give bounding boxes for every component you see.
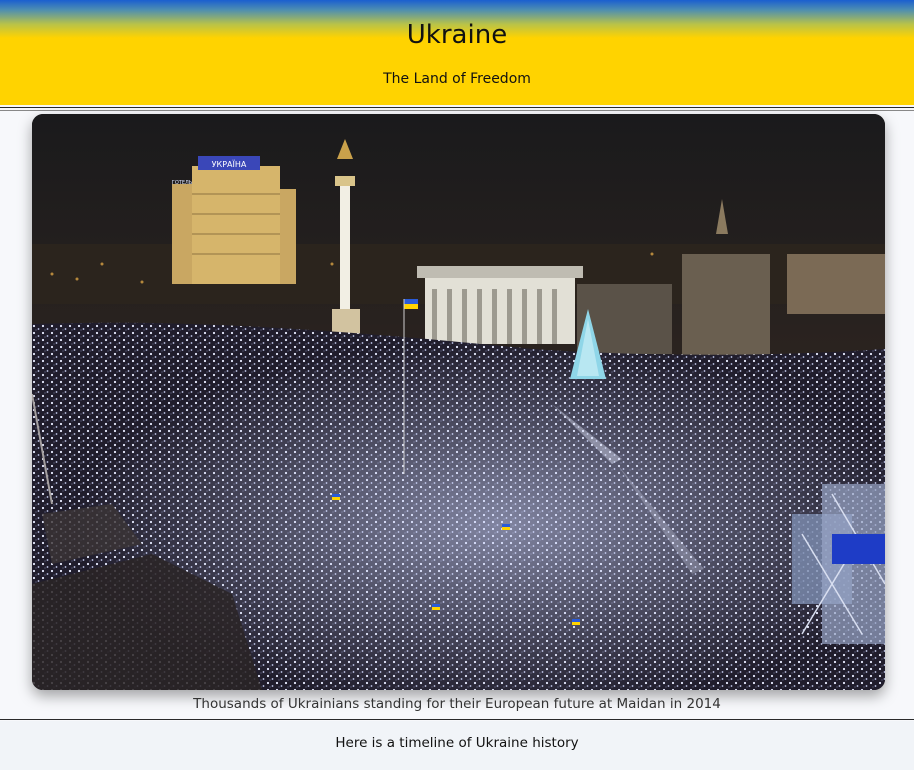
maidan-photo: УКРАЇНА ГОТЕЛЬ (32, 114, 885, 690)
footer-divider (0, 719, 914, 720)
hotel-label: ГОТЕЛЬ (172, 180, 193, 186)
conservatory-building (417, 266, 583, 344)
header-divider-secondary (0, 110, 914, 111)
hotel-sign: УКРАЇНА (212, 159, 247, 169)
page-title: Ukraine (406, 20, 508, 50)
header-divider (0, 107, 914, 108)
photo-caption: Thousands of Ukrainians standing for the… (193, 696, 721, 712)
timeline-intro-text: Here is a timeline of Ukraine history (335, 735, 579, 751)
page-subtitle: The Land of Freedom (383, 71, 531, 87)
page-header: Ukraine The Land of Freedom (0, 0, 914, 105)
